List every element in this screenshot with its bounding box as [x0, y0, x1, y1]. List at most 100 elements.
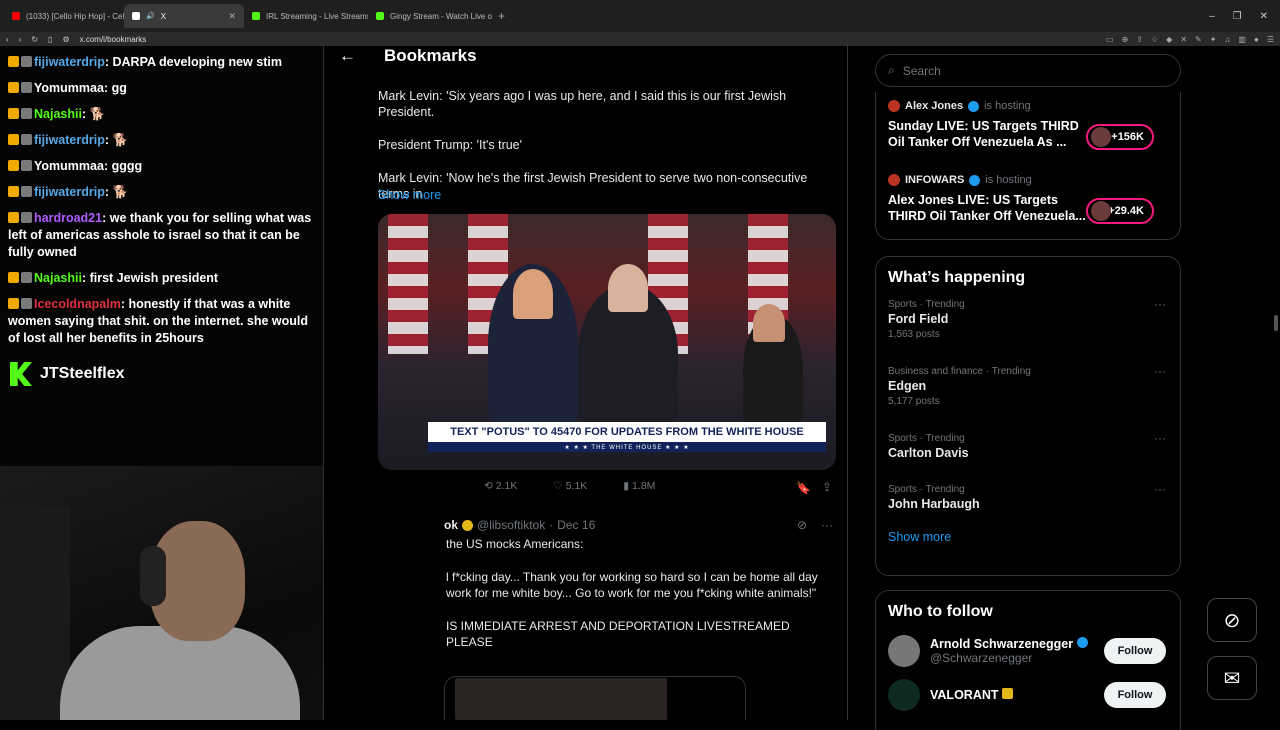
- tab-kick-irl[interactable]: IRL Streaming - Live Streams on Kick: [244, 4, 368, 28]
- tweet-video[interactable]: TEXT "POTUS" TO 45470 FOR UPDATES FROM T…: [378, 214, 836, 470]
- extension-icon[interactable]: ◆: [1166, 35, 1172, 44]
- avatar: [888, 174, 900, 186]
- chat-username[interactable]: Najashii: [34, 271, 82, 285]
- star-icon[interactable]: ☆: [1151, 35, 1158, 44]
- x-ext-icon[interactable]: ✕: [1180, 35, 1187, 44]
- scrollbar-thumb[interactable]: [1274, 315, 1278, 331]
- share-icon[interactable]: ⇪: [822, 480, 832, 494]
- trend-posts: 1,563 posts: [888, 329, 940, 340]
- chat-username[interactable]: Icecoldnapalm: [34, 297, 121, 311]
- tweet-date[interactable]: Dec 16: [557, 518, 595, 532]
- retweet-button[interactable]: ⟲ 2.1K: [484, 480, 517, 492]
- chat-username[interactable]: Yomummaa: [34, 81, 104, 95]
- back-arrow-icon[interactable]: ←: [339, 46, 356, 66]
- trend-name: John Harbaugh: [888, 497, 980, 511]
- more-icon[interactable]: ···: [1154, 364, 1166, 378]
- live-host: INFOWARS is hosting: [888, 174, 1168, 186]
- trend-category: Sports · Trending: [888, 433, 965, 444]
- show-more-link[interactable]: Show more: [378, 188, 441, 202]
- trend-item[interactable]: Sports · Trending Carlton Davis ···: [876, 427, 1180, 478]
- bookmark-page-icon[interactable]: ▯: [48, 35, 52, 44]
- views-button[interactable]: ▮ 1.8M: [623, 480, 655, 492]
- chat-text: DARPA developing new stim: [112, 55, 282, 69]
- chat-text: first Jewish president: [89, 271, 219, 285]
- chat-username[interactable]: Yomummaa: [34, 159, 104, 173]
- more-icon[interactable]: ···: [1154, 297, 1166, 311]
- messages-button[interactable]: ✉: [1207, 656, 1257, 700]
- zoom-icon[interactable]: ⊕: [1122, 35, 1129, 44]
- site-info-icon[interactable]: ⚙: [62, 35, 69, 44]
- chat-message: fijiwaterdrip: DARPA developing new stim: [8, 54, 314, 71]
- trend-name: Carlton Davis: [888, 446, 969, 460]
- trend-item[interactable]: Sports · Trending John Harbaugh ···: [876, 478, 1180, 518]
- close-tab-icon[interactable]: ✕: [228, 11, 236, 22]
- chat-badge-icon: [21, 134, 32, 145]
- tab-x[interactable]: 🔊 X ✕: [124, 4, 244, 28]
- more-icon[interactable]: ···: [821, 518, 833, 532]
- follow-suggestion[interactable]: VALORANT Follow: [876, 675, 1180, 719]
- live-item[interactable]: Alex Jones is hosting Sunday LIVE: US Ta…: [888, 100, 1168, 166]
- trend-item[interactable]: Business and finance · Trending Edgen 5,…: [876, 360, 1180, 427]
- tweet2-media[interactable]: [455, 678, 667, 720]
- trend-item[interactable]: Sports · Trending Ford Field 1,563 posts…: [876, 293, 1180, 360]
- x-icon: [132, 12, 140, 20]
- chat-username[interactable]: Najashii: [34, 107, 82, 121]
- like-button[interactable]: ♡ 5.1K: [553, 480, 587, 492]
- sidebar-icon[interactable]: ▥: [1238, 35, 1246, 44]
- new-tab-button[interactable]: +: [498, 9, 505, 23]
- view-count: 1.8M: [632, 480, 656, 492]
- chat-message: Icecoldnapalm: honestly if that was a wh…: [8, 296, 314, 347]
- kick-icon: [376, 12, 384, 20]
- chat-badge-icon: [21, 212, 32, 223]
- host-name: Alex Jones: [905, 100, 964, 112]
- url-field[interactable]: x.com/i/bookmarks: [80, 35, 147, 44]
- chat-username[interactable]: fijiwaterdrip: [34, 185, 105, 199]
- close-window-icon[interactable]: ✕: [1260, 11, 1268, 22]
- menu-icon[interactable]: ☰: [1267, 35, 1274, 44]
- verified-icon: [968, 100, 980, 112]
- live-item[interactable]: INFOWARS is hosting Alex Jones LIVE: US …: [888, 174, 1168, 240]
- search-input[interactable]: ⌕ Search: [875, 54, 1181, 87]
- views-icon: ▮: [623, 480, 630, 492]
- restore-icon[interactable]: ❐: [1233, 11, 1242, 22]
- chat-message: Yomummaa: gg: [8, 80, 314, 97]
- tab-title: X: [160, 11, 167, 21]
- follow-button[interactable]: Follow: [1104, 638, 1166, 664]
- suggestion-name: Arnold Schwarzenegger: [930, 637, 1074, 651]
- author-handle[interactable]: @libsoftiktok: [477, 518, 545, 532]
- puzzle-icon[interactable]: ✦: [1210, 35, 1217, 44]
- chat-username[interactable]: fijiwaterdrip: [34, 133, 105, 147]
- cast-icon[interactable]: ▭: [1106, 35, 1114, 44]
- reload-icon[interactable]: ↻: [31, 35, 38, 44]
- chair: [0, 506, 70, 720]
- share-icon[interactable]: ⇪: [1136, 35, 1143, 44]
- chat-username[interactable]: hardroad21: [34, 211, 102, 225]
- streamer-name: JTSteelflex: [40, 365, 125, 382]
- chat-username[interactable]: fijiwaterdrip: [34, 55, 105, 69]
- verified-icon: [1002, 688, 1013, 699]
- trend-name: Edgen: [888, 379, 927, 393]
- back-icon[interactable]: ‹: [6, 35, 9, 44]
- bookmark-icon[interactable]: 🔖: [796, 481, 811, 495]
- show-more-link[interactable]: Show more: [876, 518, 1180, 558]
- author-name[interactable]: ok: [444, 518, 458, 532]
- tweet-line: l f*cking day... Thank you for working s…: [446, 570, 818, 600]
- suggestion-handle: @Schwarzenegger: [930, 651, 1033, 665]
- grok-button[interactable]: ⊘: [1207, 598, 1257, 642]
- listener-count-pill: +29.4K: [1086, 198, 1154, 224]
- tab-youtube[interactable]: (1033) [Cello Hip Hop] - Cello of the...: [4, 4, 124, 28]
- follow-button[interactable]: Follow: [1104, 682, 1166, 708]
- tab-kick-gingy[interactable]: Gingy Stream - Watch Live on Kick: [368, 4, 492, 28]
- chat-message: hardroad21: we thank you for selling wha…: [8, 210, 314, 261]
- forward-icon[interactable]: ›: [19, 35, 22, 44]
- more-icon[interactable]: ···: [1154, 482, 1166, 496]
- chat-message: Najashii: 🐕: [8, 106, 314, 123]
- minimize-icon[interactable]: –: [1209, 11, 1215, 22]
- follow-suggestion[interactable]: Arnold Schwarzenegger @Schwarzenegger Fo…: [876, 627, 1180, 675]
- grok-icon[interactable]: ⊘: [797, 518, 807, 532]
- pen-icon[interactable]: ✎: [1195, 35, 1202, 44]
- media-icon[interactable]: ♫: [1224, 35, 1230, 44]
- host-name: INFOWARS: [905, 174, 965, 186]
- profile-icon[interactable]: ●: [1254, 35, 1259, 44]
- more-icon[interactable]: ···: [1154, 431, 1166, 445]
